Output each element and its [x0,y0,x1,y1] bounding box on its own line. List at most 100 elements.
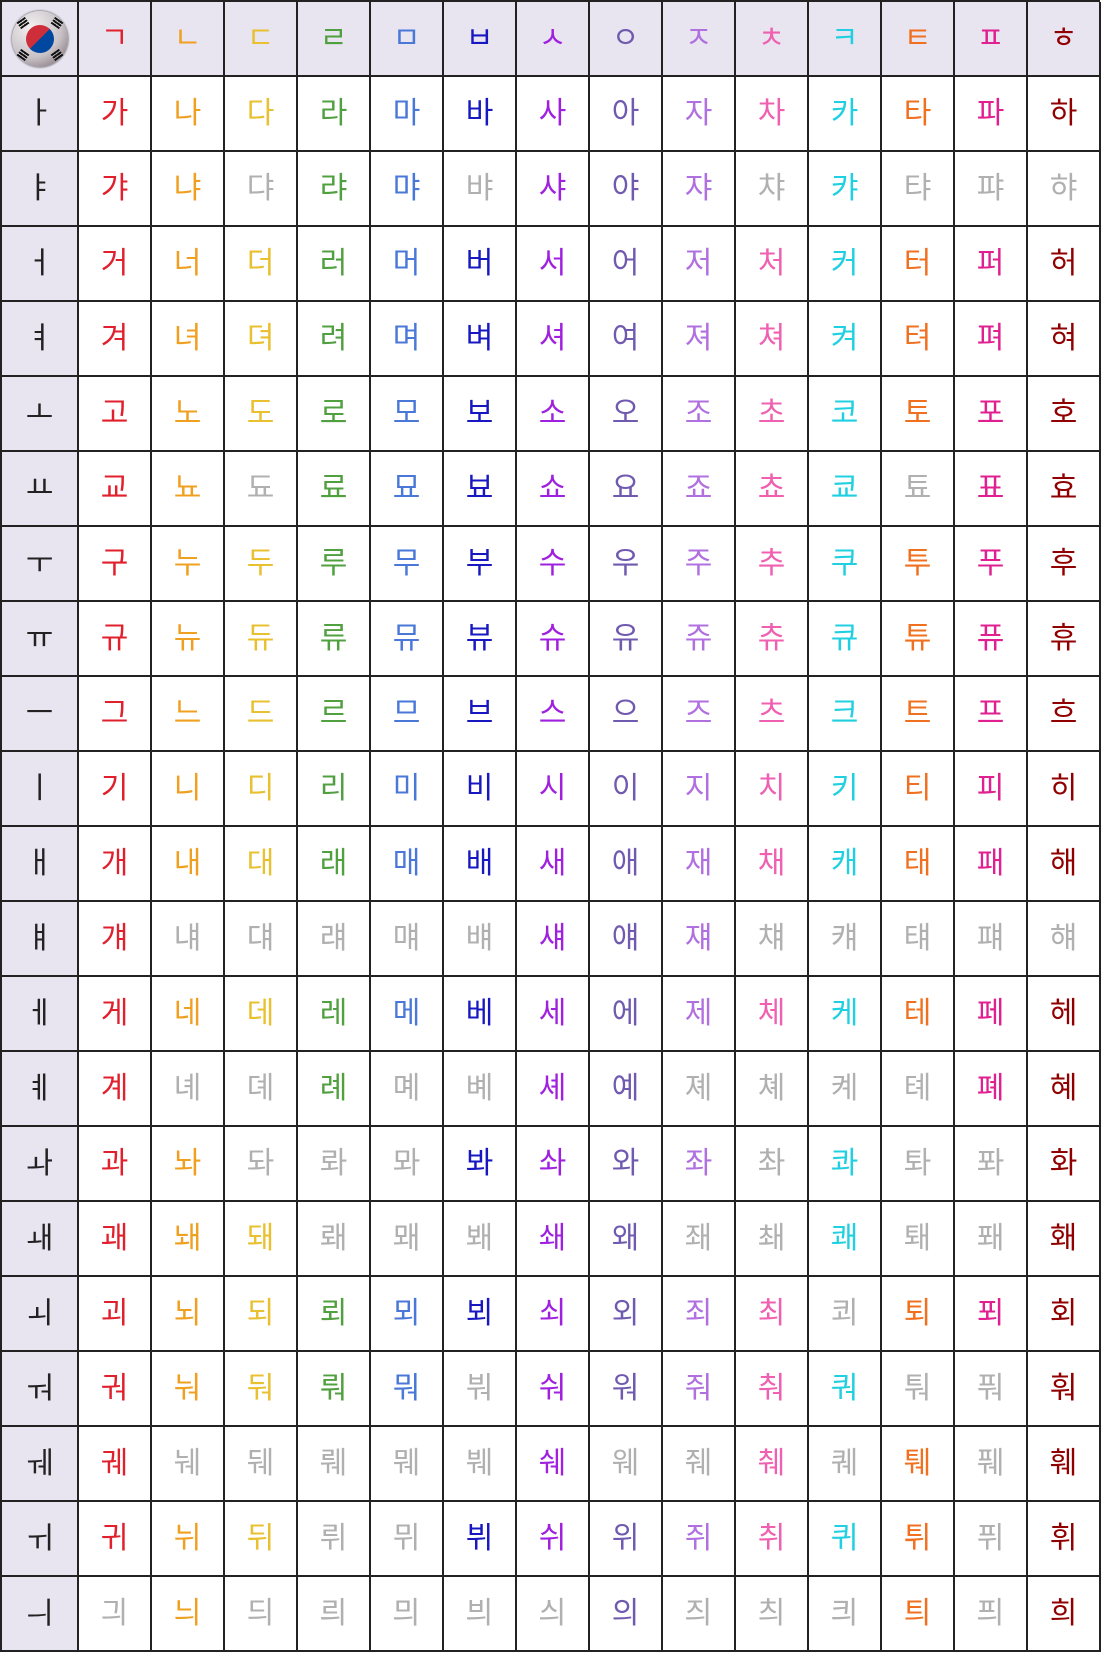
syllable-cell: 왜 [590,1202,663,1277]
syllable-cell: 파 [955,77,1028,152]
syllable-cell: 퍠 [955,902,1028,977]
syllable-cell: 리 [298,752,371,827]
syllable-cell: 뢰 [298,1277,371,1352]
syllable-cell: 부 [444,527,517,602]
syllable-cell: 래 [298,827,371,902]
syllable-cell: 퉈 [882,1352,955,1427]
syllable-cell: 아 [590,77,663,152]
syllable-cell: 요 [590,452,663,527]
syllable-cell: 고 [79,377,152,452]
syllable-cell: 즈 [663,677,736,752]
vowel-header: ㅜ [2,527,79,602]
syllable-cell: 숴 [517,1352,590,1427]
vowel-header: ㅣ [2,752,79,827]
syllable-cell: 차 [736,77,809,152]
syllable-cell: 두 [225,527,298,602]
syllable-cell: 희 [1028,1577,1101,1652]
syllable-cell: 뮤 [371,602,444,677]
syllable-cell: 허 [1028,227,1101,302]
syllable-cell: 워 [590,1352,663,1427]
syllable-cell: 외 [590,1277,663,1352]
syllable-cell: 쳬 [736,1052,809,1127]
syllable-cell: 오 [590,377,663,452]
syllable-cell: 긔 [79,1577,152,1652]
syllable-cell: 바 [444,77,517,152]
syllable-cell: 퇴 [882,1277,955,1352]
syllable-cell: 죄 [663,1277,736,1352]
syllable-cell: 퍼 [955,227,1028,302]
syllable-cell: 릐 [298,1577,371,1652]
syllable-cell: 해 [1028,827,1101,902]
syllable-cell: 류 [298,602,371,677]
syllable-cell: 슈 [517,602,590,677]
consonant-header: ㅎ [1028,2,1101,77]
syllable-cell: 예 [590,1052,663,1127]
vowel-header: ㅗ [2,377,79,452]
syllable-cell: 풔 [955,1352,1028,1427]
syllable-cell: 쇼 [517,452,590,527]
syllable-cell: 가 [79,77,152,152]
syllable-cell: 너 [152,227,225,302]
syllable-cell: 의 [590,1577,663,1652]
syllable-cell: 켸 [809,1052,882,1127]
consonant-header: ㅍ [955,2,1028,77]
syllable-cell: 섀 [517,902,590,977]
syllable-cell: 봬 [444,1202,517,1277]
syllable-cell: 푀 [955,1277,1028,1352]
syllable-cell: 위 [590,1502,663,1577]
syllable-cell: 호 [1028,377,1101,452]
syllable-cell: 탸 [882,152,955,227]
syllable-cell: 머 [371,227,444,302]
vowel-header: ㅔ [2,977,79,1052]
syllable-cell: 듸 [225,1577,298,1652]
syllable-cell: 퐤 [955,1202,1028,1277]
syllable-cell: 붜 [444,1352,517,1427]
consonant-header: ㅂ [444,2,517,77]
syllable-cell: 사 [517,77,590,152]
syllable-cell: 디 [225,752,298,827]
syllable-cell: 뭐 [371,1352,444,1427]
vowel-header: ㅓ [2,227,79,302]
vowel-header: ㅛ [2,452,79,527]
syllable-cell: 지 [663,752,736,827]
syllable-cell: 녀 [152,302,225,377]
syllable-cell: 패 [955,827,1028,902]
syllable-cell: 셔 [517,302,590,377]
syllable-cell: 유 [590,602,663,677]
syllable-cell: 셰 [517,1052,590,1127]
syllable-cell: 믜 [371,1577,444,1652]
syllable-cell: 헤 [1028,977,1101,1052]
syllable-cell: 쳐 [736,302,809,377]
syllable-cell: 페 [955,977,1028,1052]
syllable-cell: 와 [590,1127,663,1202]
syllable-cell: 애 [590,827,663,902]
syllable-cell: 크 [809,677,882,752]
syllable-cell: 풰 [955,1427,1028,1502]
syllable-cell: 뷰 [444,602,517,677]
syllable-cell: 세 [517,977,590,1052]
syllable-cell: 교 [79,452,152,527]
syllable-cell: 쵸 [736,452,809,527]
syllable-cell: 뤄 [298,1352,371,1427]
syllable-cell: 괴 [79,1277,152,1352]
vowel-header: ㅘ [2,1127,79,1202]
syllable-cell: 느 [152,677,225,752]
syllable-cell: 쿼 [809,1352,882,1427]
syllable-cell: 궈 [79,1352,152,1427]
syllable-cell: 노 [152,377,225,452]
syllable-cell: 뒈 [225,1427,298,1502]
syllable-cell: 컈 [809,902,882,977]
syllable-cell: 펴 [955,302,1028,377]
syllable-cell: 싀 [517,1577,590,1652]
syllable-cell: 냬 [152,902,225,977]
syllable-cell: 뭬 [371,1427,444,1502]
consonant-header: ㅌ [882,2,955,77]
syllable-cell: 퉤 [882,1427,955,1502]
consonant-header: ㄱ [79,2,152,77]
syllable-cell: 뫄 [371,1127,444,1202]
syllable-cell: 어 [590,227,663,302]
syllable-cell: 푸 [955,527,1028,602]
syllable-cell: 퀘 [809,1427,882,1502]
syllable-cell: 흐 [1028,677,1101,752]
syllable-cell: 피 [955,752,1028,827]
